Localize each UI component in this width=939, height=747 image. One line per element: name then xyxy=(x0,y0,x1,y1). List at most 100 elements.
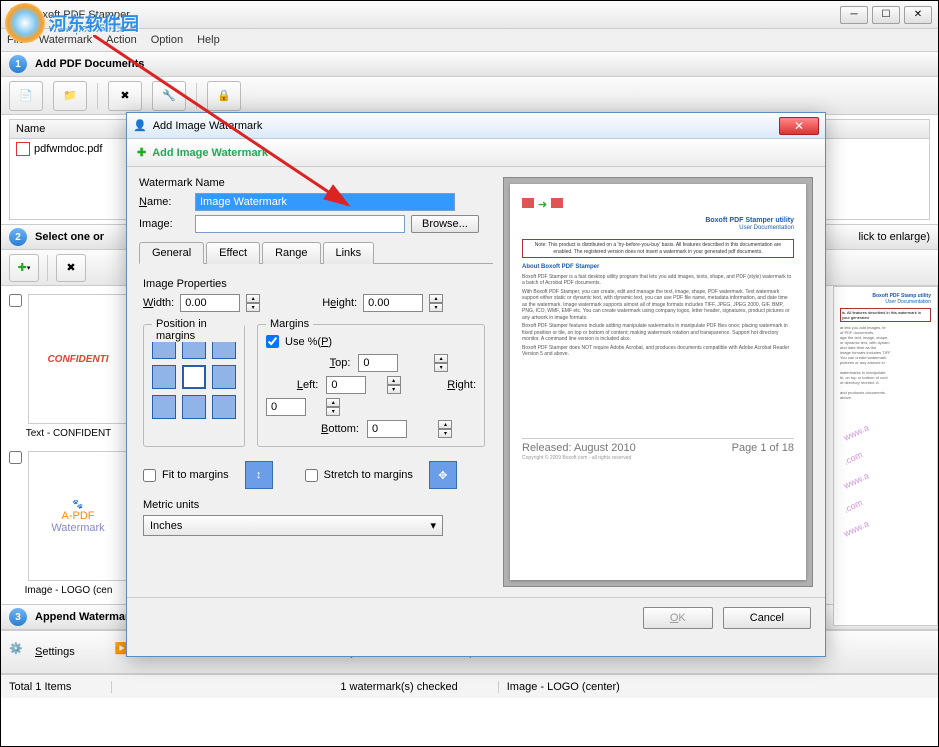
pos-ml[interactable] xyxy=(152,365,176,389)
height-down[interactable]: ▾ xyxy=(429,303,443,312)
close-button[interactable]: ✕ xyxy=(904,6,932,24)
step2-hint: lick to enlarge) xyxy=(858,231,930,243)
watermark-item[interactable]: CONFIDENTI Text - CONFIDENT xyxy=(9,294,128,439)
menu-option[interactable]: Option xyxy=(151,34,183,46)
dialog-close-button[interactable]: ✕ xyxy=(779,117,819,135)
top-input[interactable]: 0 xyxy=(358,354,398,372)
height-up[interactable]: ▴ xyxy=(429,294,443,303)
image-input[interactable] xyxy=(195,215,405,233)
side-note: is. All features described in this water… xyxy=(840,308,931,322)
bottom-up[interactable]: ▴ xyxy=(438,420,452,429)
remove-button[interactable]: ✖ xyxy=(108,81,142,111)
watermark-thumbnail[interactable]: 🐾A-PDFWatermark xyxy=(28,451,128,581)
watermark-label: Image - LOGO (cen xyxy=(9,585,128,596)
watermark-checkbox[interactable] xyxy=(9,451,22,464)
gear-icon: ⚙️ xyxy=(9,642,29,662)
side-watermark: www.a xyxy=(842,395,929,443)
apdf-logo-icon: 🐾A-PDFWatermark xyxy=(51,499,104,534)
step3-number: 3 xyxy=(9,608,27,626)
left-input[interactable]: 0 xyxy=(326,376,366,394)
pos-mr[interactable] xyxy=(212,365,236,389)
settings-button[interactable]: ⚙️ SSettingsettings xyxy=(9,642,75,662)
position-groupbox: Position in margins xyxy=(143,324,245,447)
watermark-checkbox[interactable] xyxy=(9,294,22,307)
tools-button[interactable]: 🔧 xyxy=(152,81,186,111)
pos-mc[interactable] xyxy=(182,365,206,389)
top-up[interactable]: ▴ xyxy=(434,354,448,363)
stretch-checkbox[interactable] xyxy=(305,469,318,482)
use-pct-checkbox[interactable] xyxy=(266,335,279,348)
height-input[interactable]: 0.00 xyxy=(363,294,423,312)
delete-watermark-button[interactable]: ✖ xyxy=(56,254,86,282)
watermark-thumbnail[interactable]: CONFIDENTI xyxy=(28,294,128,424)
pos-br[interactable] xyxy=(212,395,236,419)
right-down[interactable]: ▾ xyxy=(326,407,340,416)
step2-title: Select one or xyxy=(35,231,104,243)
position-grid xyxy=(152,335,236,419)
left-down[interactable]: ▾ xyxy=(387,385,401,394)
cancel-button[interactable]: Cancel xyxy=(723,607,811,629)
right-up[interactable]: ▴ xyxy=(326,398,340,407)
minimize-button[interactable]: ─ xyxy=(840,6,868,24)
tabs: General Effect Range Links xyxy=(139,241,493,264)
width-input[interactable]: 0.00 xyxy=(180,294,240,312)
dialog-subtitle-bar: ✚ Add Image Watermark xyxy=(127,139,825,167)
file-name: pdfwmdoc.pdf xyxy=(34,143,102,155)
pos-bl[interactable] xyxy=(152,395,176,419)
plus-icon: ✚ xyxy=(137,146,146,159)
menubar: File Watermark Action Option Help xyxy=(1,29,938,51)
toolbar-separator xyxy=(97,83,98,109)
add-file-icon: 📄 xyxy=(19,89,33,102)
side-text: at lets you add images, teof PDF documen… xyxy=(840,325,931,400)
top-down[interactable]: ▾ xyxy=(434,363,448,372)
preview-released: Released: August 2010 xyxy=(522,441,636,455)
browse-button[interactable]: Browse... xyxy=(411,215,479,233)
fit-icon-button[interactable]: ↕ xyxy=(245,461,273,489)
stretch-label: Stretch to margins xyxy=(324,469,413,481)
chevron-down-icon: ▾ xyxy=(430,519,436,532)
window-title: Boxoft PDF Stamper xyxy=(29,9,840,21)
left-up[interactable]: ▴ xyxy=(387,376,401,385)
logo-text: 河东软件园 xyxy=(49,10,139,36)
step2-number: 2 xyxy=(9,228,27,246)
width-down[interactable]: ▾ xyxy=(246,303,260,312)
preview-title: Boxoft PDF Stamper utility xyxy=(522,216,794,225)
add-watermark-button[interactable]: ✚▾ xyxy=(9,254,39,282)
add-folder-icon: 📁 xyxy=(63,89,77,102)
preview-page-num: Page 1 of 18 xyxy=(732,441,794,455)
tab-range[interactable]: Range xyxy=(262,242,320,264)
fit-label: Fit to margins xyxy=(162,469,229,481)
bottom-down[interactable]: ▾ xyxy=(438,429,452,438)
logo-overlay: 河东软件园 xyxy=(5,3,139,43)
tools-icon: 🔧 xyxy=(162,89,176,102)
tab-content-general: Image Properties Width: 0.00 ▴▾ Height: … xyxy=(139,264,493,544)
lock-button[interactable]: 🔒 xyxy=(207,81,241,111)
watermark-name-label: Watermark Name xyxy=(139,177,493,189)
metric-value: Inches xyxy=(150,520,182,532)
pos-bc[interactable] xyxy=(182,395,206,419)
add-file-button[interactable]: 📄 xyxy=(9,81,43,111)
bottom-input[interactable]: 0 xyxy=(367,420,407,438)
maximize-button[interactable]: ☐ xyxy=(872,6,900,24)
preview-panel: ➜ Boxoft PDF Stamper utility User Docume… xyxy=(503,177,813,587)
height-label: Height: xyxy=(322,297,357,309)
preview-subtitle: User Documentation xyxy=(522,225,794,233)
menu-help[interactable]: Help xyxy=(197,34,220,46)
image-properties-label: Image Properties xyxy=(143,278,489,290)
preview-p2: With Boxoft PDF Stamper, you can create,… xyxy=(522,289,794,322)
stretch-icon-button[interactable]: ✥ xyxy=(429,461,457,489)
right-input[interactable]: 0 xyxy=(266,398,306,416)
left-label: Left: xyxy=(266,379,318,391)
bottom-label: Bottom: xyxy=(298,423,359,435)
watermark-item[interactable]: 🐾A-PDFWatermark Image - LOGO (cen xyxy=(9,451,128,596)
fit-checkbox[interactable] xyxy=(143,469,156,482)
add-folder-button[interactable]: 📁 xyxy=(53,81,87,111)
width-up[interactable]: ▴ xyxy=(246,294,260,303)
statusbar: Total 1 Items 1 watermark(s) checked Ima… xyxy=(1,674,938,698)
metric-combo[interactable]: Inches ▾ xyxy=(143,515,443,536)
tab-effect[interactable]: Effect xyxy=(206,242,260,264)
tab-links[interactable]: Links xyxy=(323,242,375,264)
tab-general[interactable]: General xyxy=(139,242,204,264)
ok-button[interactable]: OK xyxy=(643,607,713,629)
name-input[interactable] xyxy=(195,193,455,211)
